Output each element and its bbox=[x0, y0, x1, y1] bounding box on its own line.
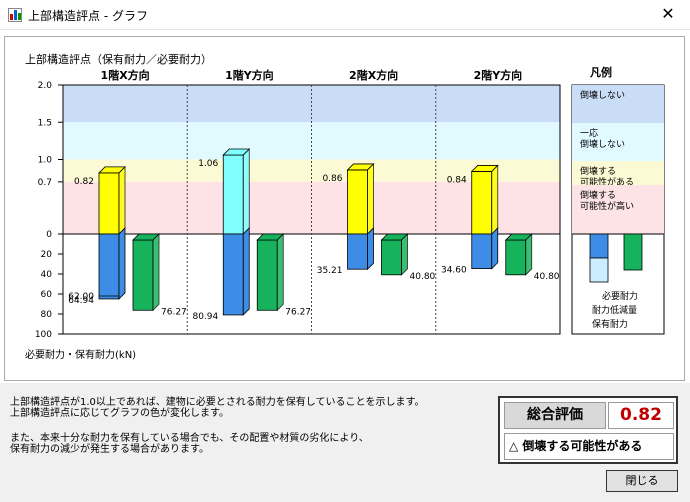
force-tick-label: 40 bbox=[41, 270, 53, 280]
score-bar-face bbox=[98, 172, 120, 235]
app-chart-icon bbox=[8, 8, 22, 22]
note-line: 保有耐力の減少が発生する場合があります。 bbox=[10, 444, 209, 455]
legend-band-label: 倒壊する bbox=[580, 165, 616, 177]
window-title: 上部構造評点 - グラフ bbox=[28, 9, 148, 23]
score-bar-face bbox=[347, 169, 368, 235]
required-force-bar bbox=[504, 233, 533, 276]
held-force-bar-side bbox=[367, 227, 374, 271]
score-label: 0.86 bbox=[322, 174, 342, 184]
force-tick-label: 80 bbox=[41, 310, 53, 320]
required-force-bar-face bbox=[505, 239, 527, 276]
legend-required-swatch bbox=[623, 233, 643, 271]
structure-score-chart: 上部構造評点（保有耐力／必要耐力） 必要耐力・保有耐力(kN) 2.0 1.5 1.… bbox=[25, 52, 665, 361]
score-label: 0.84 bbox=[447, 175, 467, 185]
required-force-bar-side bbox=[152, 233, 160, 312]
score-bar-side bbox=[491, 164, 499, 235]
score-label: 0.82 bbox=[74, 177, 94, 187]
held-force-bar bbox=[471, 233, 493, 269]
score-tick-label: 0.7 bbox=[38, 178, 52, 188]
evaluation-header: 総合評価 bbox=[504, 402, 606, 429]
chart-title: 上部構造評点（保有耐力／必要耐力） bbox=[25, 52, 212, 66]
reduced-force-label: 62.00 bbox=[68, 292, 94, 302]
score-tick-label: 2.0 bbox=[38, 81, 53, 91]
legend-band-label: 倒壊しない bbox=[580, 138, 625, 150]
score-bar-side bbox=[242, 148, 250, 235]
score-bar bbox=[470, 164, 499, 235]
legend-reduced-label: 耐力低減量 bbox=[592, 304, 637, 316]
group-label: 2階Y方向 bbox=[474, 68, 523, 82]
held-force-label: 34.60 bbox=[441, 266, 467, 276]
required-force-bar-side bbox=[276, 233, 284, 312]
score-tick-label: 1.5 bbox=[38, 118, 52, 128]
legend-band-label: 倒壊する bbox=[580, 189, 616, 201]
group-label: 1階Y方向 bbox=[225, 68, 274, 82]
required-force-bar-face bbox=[381, 239, 402, 276]
required-force-bar-side bbox=[401, 233, 408, 276]
legend-reduced-swatch bbox=[589, 257, 609, 283]
note-line: 上部構造評点に応じてグラフの色が変化します。 bbox=[10, 408, 229, 419]
required-force-label: 76.27 bbox=[161, 307, 187, 317]
close-icon[interactable]: ✕ bbox=[646, 0, 690, 29]
evaluation-result: △ 倒壊する可能性がある bbox=[504, 433, 674, 460]
required-force-bar bbox=[256, 233, 285, 312]
title-bar: 上部構造評点 - グラフ ✕ bbox=[0, 0, 690, 30]
close-button[interactable]: 閉じる bbox=[606, 470, 678, 492]
legend-held-swatch bbox=[589, 233, 609, 259]
score-tick-label: 1.0 bbox=[38, 156, 53, 166]
note-line: また、本来十分な耐力を保有している場合でも、その配置や材質の劣化により、 bbox=[10, 433, 369, 444]
legend-held-label: 保有耐力 bbox=[592, 318, 628, 330]
evaluation-result-text: 倒壊する可能性がある bbox=[522, 439, 643, 453]
evaluation-value: 0.82 bbox=[608, 402, 674, 429]
group-label: 2階X方向 bbox=[349, 68, 398, 82]
held-force-bar bbox=[98, 233, 120, 300]
warning-triangle-icon: △ bbox=[509, 439, 519, 453]
required-force-bar bbox=[132, 233, 160, 312]
score-bar-face bbox=[471, 171, 493, 235]
legend-band-label: 一応 bbox=[580, 127, 598, 139]
legend-required-label: 必要耐力 bbox=[602, 290, 638, 302]
held-force-label: 35.21 bbox=[317, 266, 343, 276]
held-force-bar-side bbox=[491, 227, 499, 270]
held-force-bar bbox=[222, 233, 244, 316]
legend-band-label: 倒壊しない bbox=[580, 89, 625, 101]
force-tick-label: 60 bbox=[41, 290, 53, 300]
legend-title: 凡例 bbox=[590, 65, 612, 79]
required-force-label: 40.80 bbox=[534, 272, 560, 282]
bottom-axis-label: 必要耐力・保有耐力(kN) bbox=[25, 348, 136, 361]
score-bar bbox=[346, 162, 375, 235]
score-tick-label: 0 bbox=[46, 230, 52, 240]
held-force-label: 80.94 bbox=[192, 312, 218, 322]
held-force-bar bbox=[347, 233, 368, 270]
held-force-bar-side bbox=[118, 227, 126, 300]
score-bar-face bbox=[222, 154, 244, 235]
required-force-bar-face bbox=[256, 239, 278, 311]
force-tick-label: 20 bbox=[41, 250, 53, 260]
score-bar-side bbox=[367, 162, 374, 235]
required-force-label: 76.27 bbox=[285, 307, 311, 317]
required-force-bar-side bbox=[525, 233, 533, 276]
overall-evaluation-box: 総合評価 0.82 △ 倒壊する可能性がある bbox=[498, 396, 678, 464]
score-bar bbox=[98, 165, 126, 235]
note-line: 上部構造評点が1.0以上であれば、建物に必要とされる耐力を保有していることを示し… bbox=[10, 397, 425, 408]
score-bar-side bbox=[118, 165, 126, 235]
score-bar bbox=[222, 148, 251, 235]
required-force-label: 40.80 bbox=[410, 272, 436, 282]
score-label: 1.06 bbox=[198, 159, 218, 169]
force-tick-label: 100 bbox=[35, 330, 52, 340]
required-force-bar-face bbox=[132, 239, 154, 311]
legend-band-label: 可能性が高い bbox=[580, 200, 634, 212]
held-force-bar-side bbox=[242, 227, 250, 316]
group-label: 1階X方向 bbox=[101, 68, 150, 82]
required-force-bar bbox=[380, 233, 409, 276]
chart-panel: 上部構造評点（保有耐力／必要耐力） 必要耐力・保有耐力(kN) 2.0 1.5 1.… bbox=[4, 36, 685, 381]
